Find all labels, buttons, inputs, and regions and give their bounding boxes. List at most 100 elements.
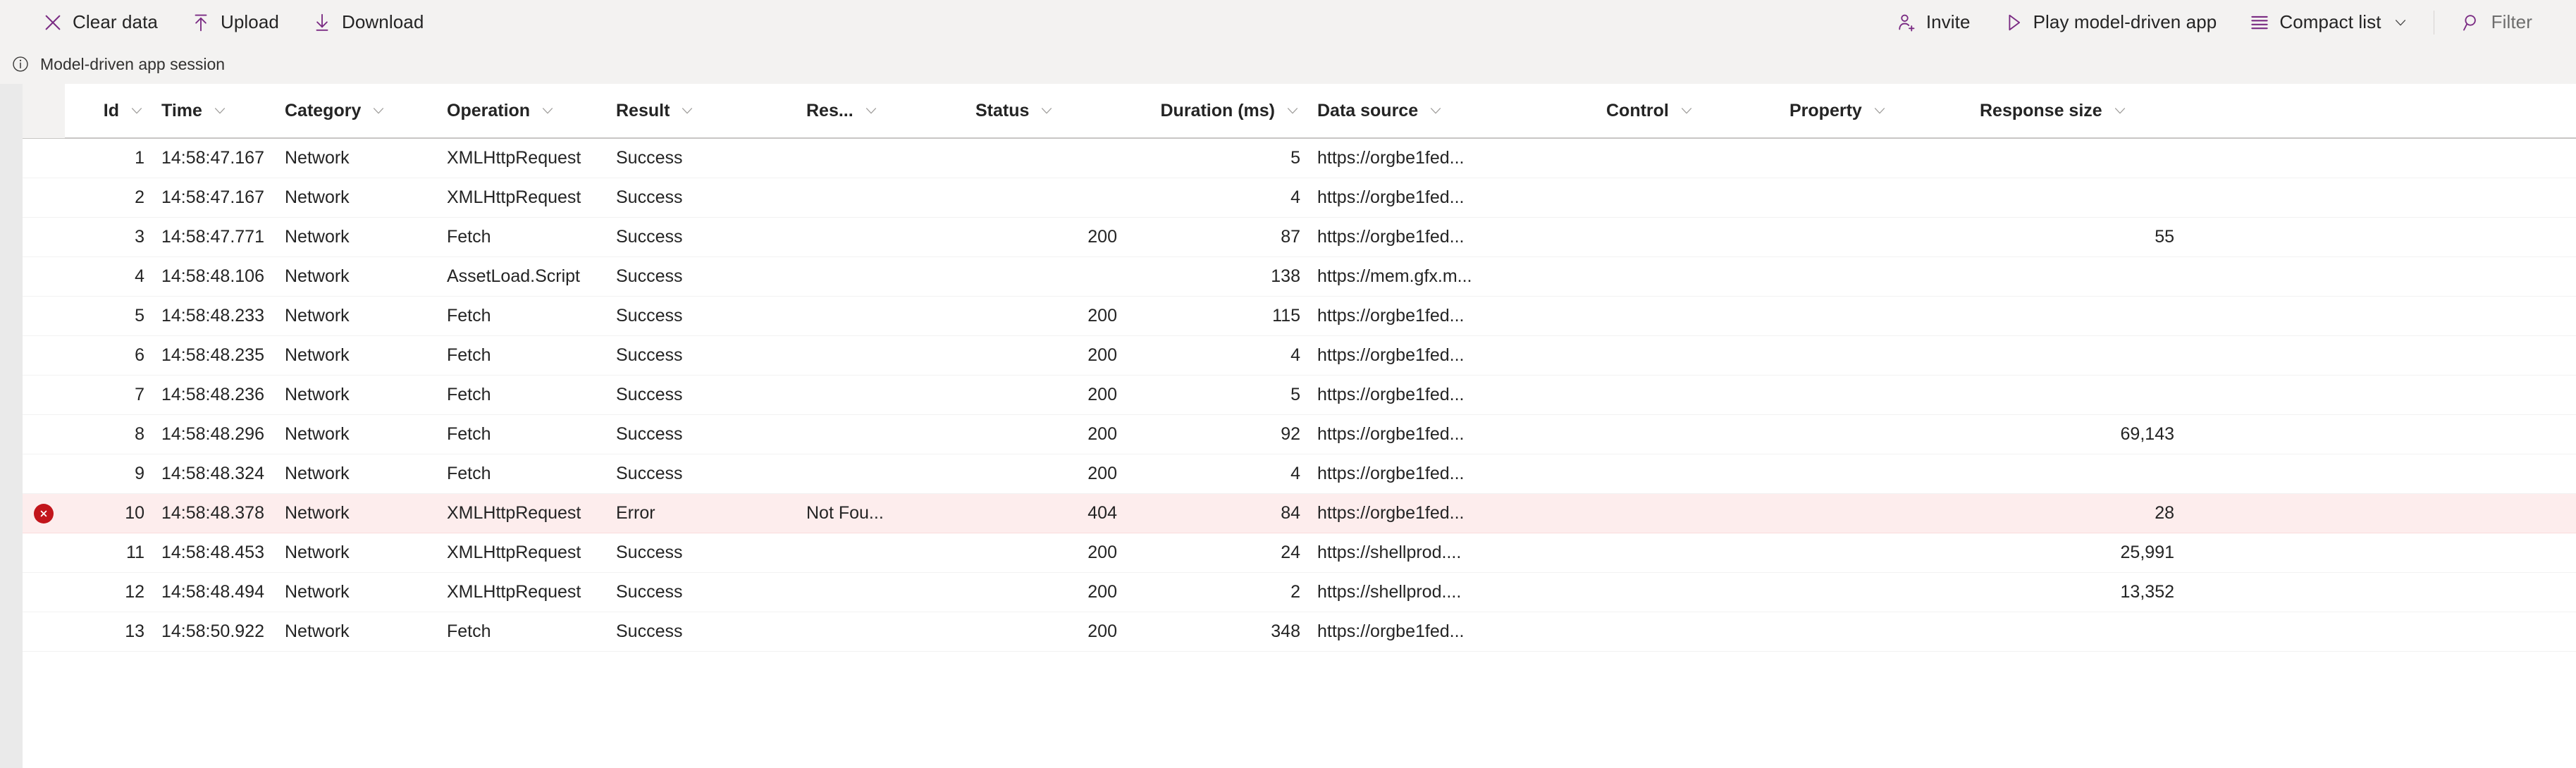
cell-rsize: 28 (2155, 503, 2174, 523)
cell-cat: Network (285, 266, 350, 286)
cell-dur: 5 (1290, 148, 1300, 168)
table-row[interactable]: 13 14:58:50.922 Network Fetch Success 200 348 h… (23, 612, 2576, 652)
cell-id: 9 (135, 464, 144, 483)
column-header-duration[interactable]: Duration (ms) (1126, 83, 1309, 138)
grid-body: 1 14:58:47.167 Network XMLHttpRequest Succes… (23, 139, 2576, 652)
column-header-data-source[interactable]: Data source (1309, 83, 1598, 138)
row-status-gutter (23, 257, 65, 297)
column-header-time[interactable]: Time (153, 83, 276, 138)
cell-cat: Network (285, 148, 350, 168)
cell-status: 200 (1087, 621, 1117, 641)
column-header-control[interactable]: Control (1598, 83, 1781, 138)
download-label: Download (341, 11, 424, 32)
cell-op: Fetch (447, 227, 491, 247)
chevron-down-icon (129, 103, 144, 118)
cell-result: Success (616, 187, 683, 207)
cell-time: 14:58:47.167 (161, 187, 264, 207)
cell-op: XMLHttpRequest (447, 503, 581, 523)
cell-rsize: 25,991 (2120, 543, 2174, 562)
compact-list-button[interactable]: Compact list (2232, 0, 2423, 44)
cell-ds: https://orgbe1fed... (1317, 345, 1465, 365)
play-model-driven-app-button[interactable]: Play model-driven app (1986, 0, 2233, 44)
chevron-down-icon (2393, 15, 2408, 30)
upload-arrow-icon (189, 11, 213, 35)
row-status-gutter (23, 178, 65, 218)
cell-op: Fetch (447, 621, 491, 641)
table-row[interactable]: 10 14:58:48.378 Network XMLHttpRequest Error… (23, 494, 2576, 533)
chevron-down-icon (371, 103, 386, 118)
table-row[interactable]: 4 14:58:48.106 Network AssetLoad.Script Succ… (23, 257, 2576, 297)
cell-op: XMLHttpRequest (447, 582, 581, 602)
cell-ds: https://orgbe1fed... (1317, 464, 1465, 483)
row-status-gutter (23, 297, 65, 336)
grid-left-gutter (0, 84, 23, 768)
invite-button[interactable]: Invite (1879, 0, 1986, 44)
cell-result: Success (616, 345, 683, 365)
cell-op: Fetch (447, 345, 491, 365)
chevron-down-icon (679, 103, 695, 118)
table-row[interactable]: 1 14:58:47.167 Network XMLHttpRequest Succes… (23, 139, 2576, 178)
column-header-time-label: Time (161, 100, 202, 120)
row-status-gutter (23, 494, 65, 533)
table-row[interactable]: 11 14:58:48.453 Network XMLHttpRequest Succe… (23, 533, 2576, 573)
table-row[interactable]: 3 14:58:47.771 Network Fetch Success 200 87 htt… (23, 218, 2576, 257)
upload-button[interactable]: Upload (173, 0, 295, 44)
table-row[interactable]: 12 14:58:48.494 Network XMLHttpRequest Succe… (23, 573, 2576, 612)
cell-ds: https://mem.gfx.m... (1317, 266, 1472, 286)
column-header-control-label: Control (1606, 100, 1669, 120)
cell-id: 8 (135, 424, 144, 444)
cell-status: 200 (1087, 345, 1117, 365)
cell-time: 14:58:48.453 (161, 543, 264, 562)
column-header-id[interactable]: Id (65, 83, 153, 138)
play-triangle-icon (2002, 11, 2026, 35)
filter-button[interactable]: Filter (2444, 0, 2548, 44)
cell-ds: https://orgbe1fed... (1317, 187, 1465, 207)
column-header-property[interactable]: Property (1781, 83, 1971, 138)
play-model-driven-app-label: Play model-driven app (2033, 11, 2217, 32)
download-button[interactable]: Download (295, 0, 439, 44)
cell-op: XMLHttpRequest (447, 543, 581, 562)
column-header-response[interactable]: Res... (798, 83, 967, 138)
column-header-result[interactable]: Result (608, 83, 798, 138)
cell-id: 6 (135, 345, 144, 365)
column-header-status-label: Status (975, 100, 1030, 120)
cell-dur: 5 (1290, 385, 1300, 404)
column-header-status[interactable]: Status (967, 83, 1126, 138)
cell-dur: 348 (1271, 621, 1300, 641)
cell-dur: 2 (1290, 582, 1300, 602)
list-lines-icon (2248, 11, 2272, 35)
cell-ds: https://orgbe1fed... (1317, 424, 1465, 444)
table-row[interactable]: 9 14:58:48.324 Network Fetch Success 200 4 http… (23, 454, 2576, 494)
table-row[interactable]: 2 14:58:47.167 Network XMLHttpRequest Succes… (23, 178, 2576, 218)
cell-dur: 138 (1271, 266, 1300, 286)
column-header-response-size[interactable]: Response size (1971, 83, 2183, 138)
table-row[interactable]: 6 14:58:48.235 Network Fetch Success 200 4 http… (23, 336, 2576, 376)
info-circle-icon (8, 52, 32, 76)
column-header-category[interactable]: Category (276, 83, 438, 138)
cell-time: 14:58:47.167 (161, 148, 264, 168)
column-header-response-label: Res... (806, 100, 853, 120)
cell-cat: Network (285, 543, 350, 562)
cell-dur: 87 (1281, 227, 1300, 247)
table-row[interactable]: 7 14:58:48.236 Network Fetch Success 200 5 http… (23, 376, 2576, 415)
row-status-gutter (23, 218, 65, 257)
cell-time: 14:58:48.235 (161, 345, 264, 365)
upload-label: Upload (220, 11, 279, 32)
chevron-down-icon (540, 103, 555, 118)
cell-dur: 4 (1290, 464, 1300, 483)
person-add-icon (1894, 11, 1918, 35)
cell-ds: https://orgbe1fed... (1317, 385, 1465, 404)
cell-id: 7 (135, 385, 144, 404)
cell-id: 4 (135, 266, 144, 286)
table-row[interactable]: 8 14:58:48.296 Network Fetch Success 200 92 htt… (23, 415, 2576, 454)
invite-label: Invite (1925, 11, 1971, 32)
clear-data-button[interactable]: Clear data (25, 0, 173, 44)
cell-cat: Network (285, 503, 350, 523)
table-row[interactable]: 5 14:58:48.233 Network Fetch Success 200 115 ht… (23, 297, 2576, 336)
row-status-gutter (23, 415, 65, 454)
cell-status: 200 (1087, 385, 1117, 404)
column-header-operation[interactable]: Operation (438, 83, 608, 138)
column-header-duration-label: Duration (ms) (1160, 100, 1276, 120)
compact-list-label: Compact list (2279, 11, 2381, 32)
cell-ds: https://shellprod.... (1317, 543, 1462, 562)
